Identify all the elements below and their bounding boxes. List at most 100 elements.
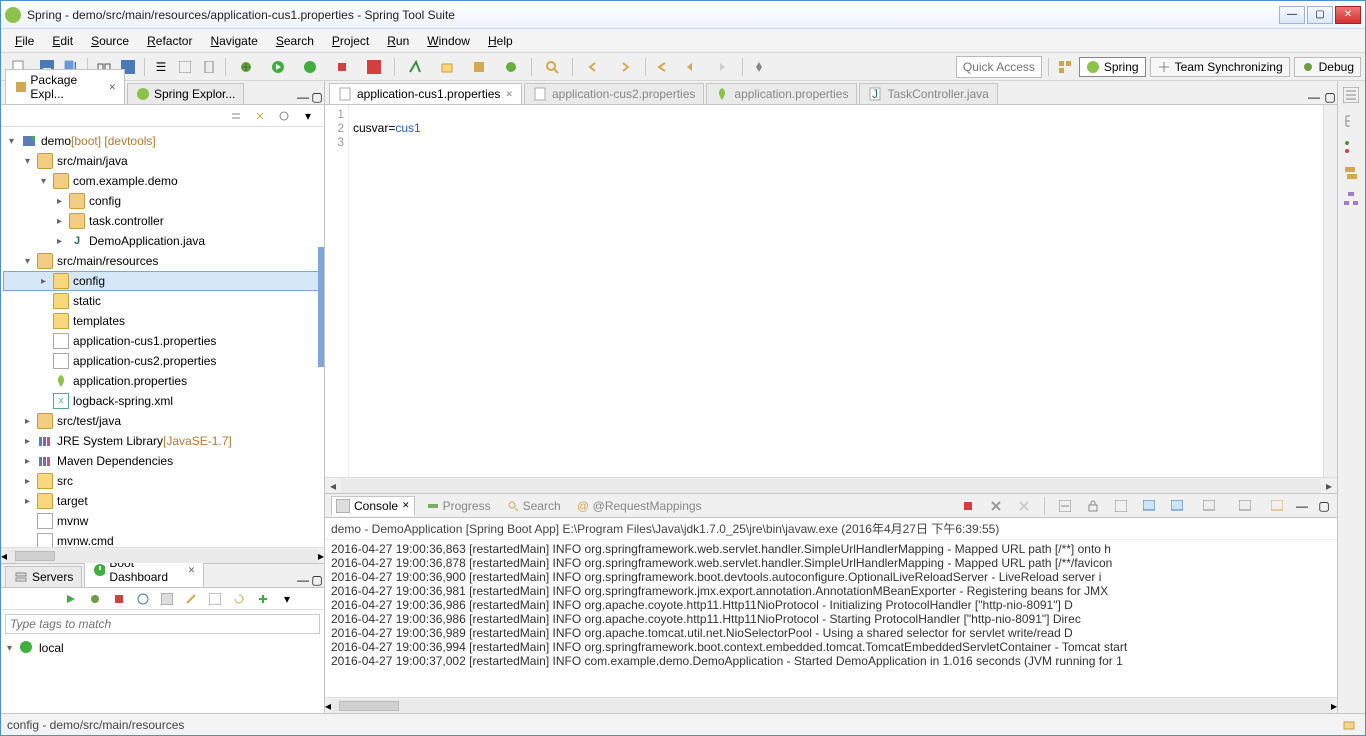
close-icon[interactable]: ✕ [402,500,410,511]
filter-button[interactable] [205,589,225,609]
tree-item[interactable]: ▸config [3,191,322,211]
tree-item[interactable]: templates [3,311,322,331]
new-project-button[interactable] [433,57,461,77]
minimize-editor-icon[interactable]: — [1307,90,1321,104]
prev-annotation-button[interactable] [579,57,607,77]
menu-edit[interactable]: Edit [44,32,81,50]
tree-item[interactable]: application-cus1.properties [3,331,322,351]
tree-item[interactable]: ▾src/main/java [3,151,322,171]
minimize-button[interactable]: — [1279,6,1305,24]
tab-search[interactable]: Search [503,497,565,515]
toggle-mark-button[interactable] [175,57,195,77]
view-menu-button[interactable]: ▾ [298,106,318,126]
menu-help[interactable]: Help [480,32,521,50]
scroll-lock-button[interactable] [1083,496,1103,516]
view-menu-button[interactable]: ▾ [277,589,297,609]
tree-item[interactable]: application.properties [3,371,322,391]
close-button[interactable]: ✕ [1335,6,1361,24]
outline-view-icon[interactable] [1343,87,1361,105]
task-list-icon[interactable] [1343,139,1361,157]
menu-refactor[interactable]: Refactor [139,32,200,50]
minimize-view-icon[interactable]: — [296,573,310,587]
maximize-button[interactable]: ▢ [1307,6,1333,24]
scroll-right-icon[interactable]: ▸ [1321,479,1337,493]
tree-item[interactable]: ▸task.controller [3,211,322,231]
terminate-button[interactable] [958,496,978,516]
menu-search[interactable]: Search [268,32,322,50]
link-editor-button[interactable] [250,106,270,126]
maximize-editor-icon[interactable]: ▢ [1323,90,1337,104]
tree-item[interactable]: ▸src [3,471,322,491]
editor-tab[interactable]: application.properties [706,83,857,104]
open-console-dropdown[interactable] [1231,496,1259,516]
maximize-view-icon[interactable]: ▢ [310,90,324,104]
close-icon[interactable]: ✕ [188,565,196,576]
pin-button[interactable] [749,57,769,77]
maximize-view-icon[interactable]: ▢ [1317,499,1331,513]
tree-item[interactable]: mvnw.cmd [3,531,322,547]
remove-launch-button[interactable] [986,496,1006,516]
stop-button[interactable] [109,589,129,609]
quick-access-input[interactable] [956,56,1042,78]
run-button[interactable] [264,57,292,77]
open-console-button[interactable] [157,589,177,609]
menu-window[interactable]: Window [419,32,478,50]
tree-item[interactable]: ▾com.example.demo [3,171,322,191]
menu-navigate[interactable]: Navigate [202,32,265,50]
console-hscrollbar[interactable] [331,699,1331,713]
close-icon[interactable]: ✕ [108,82,116,93]
collapse-all-button[interactable] [226,106,246,126]
remove-all-button[interactable] [1014,496,1034,516]
tree-item[interactable]: ▸JRE System Library [JavaSE-1.7] [3,431,322,451]
tab-servers[interactable]: Servers [5,566,82,587]
tree-item[interactable]: ▾src/main/resources [3,251,322,271]
layers-icon[interactable] [1343,165,1361,183]
scroll-right-icon[interactable]: ▸ [318,549,324,563]
debug-button[interactable] [232,57,260,77]
menu-run[interactable]: Run [379,32,417,50]
tab-progress[interactable]: Progress [423,497,495,515]
open-perspective-button[interactable] [1055,57,1075,77]
menu-file[interactable]: File [7,32,42,50]
tree-item[interactable]: ▾demo [boot] [devtools] [3,131,322,151]
pin-console-button[interactable] [1111,496,1131,516]
menu-source[interactable]: Source [83,32,137,50]
tab-package-explorer[interactable]: Package Expl...✕ [5,69,125,104]
editor-vscrollbar[interactable] [1323,105,1337,477]
tree-item[interactable]: static [3,291,322,311]
editor-tab[interactable]: application-cus2.properties [524,83,704,104]
focus-task-button[interactable] [274,106,294,126]
outline-tree-icon[interactable] [1343,113,1361,131]
console-output[interactable]: 2016-04-27 19:00:36,863 [restartedMain] … [325,540,1337,697]
perspective-team[interactable]: Team Synchronizing [1150,57,1290,77]
new-server-button[interactable] [401,57,429,77]
tree-hscrollbar[interactable] [7,549,318,563]
debug-server-button[interactable] [85,589,105,609]
minimize-view-icon[interactable]: — [296,90,310,104]
display-selected-button[interactable] [1195,496,1223,516]
coverage-button[interactable] [296,57,324,77]
tab-spring-explorer[interactable]: Spring Explor... [127,83,244,104]
toggle-breadcrumb-button[interactable]: ☰ [151,57,171,77]
status-updates-icon[interactable] [1339,715,1359,735]
editor-code[interactable]: cusvar=cus1 [349,105,1323,477]
show-console-button[interactable] [1139,496,1159,516]
editor-tab[interactable]: application-cus1.properties✕ [329,83,522,104]
run-last-button[interactable] [328,57,356,77]
tree-item[interactable]: ▸config [3,271,322,291]
next-annotation-button[interactable] [611,57,639,77]
new-package-button[interactable] [465,57,493,77]
package-explorer-tree[interactable]: ▾demo [boot] [devtools]▾src/main/java▾co… [1,127,324,547]
refresh-button[interactable] [229,589,249,609]
scroll-left-icon[interactable]: ◂ [325,479,341,493]
add-button[interactable] [253,589,273,609]
minimize-view-icon[interactable]: — [1295,499,1309,513]
search-button[interactable] [538,57,566,77]
relaunch-button[interactable] [360,57,388,77]
perspective-spring[interactable]: Spring [1079,57,1146,77]
perspective-debug[interactable]: Debug [1294,57,1361,77]
menu-project[interactable]: Project [324,32,377,50]
editor-hscrollbar[interactable] [341,479,1321,493]
tree-item[interactable]: mvnw [3,511,322,531]
show-stderr-button[interactable] [1167,496,1187,516]
